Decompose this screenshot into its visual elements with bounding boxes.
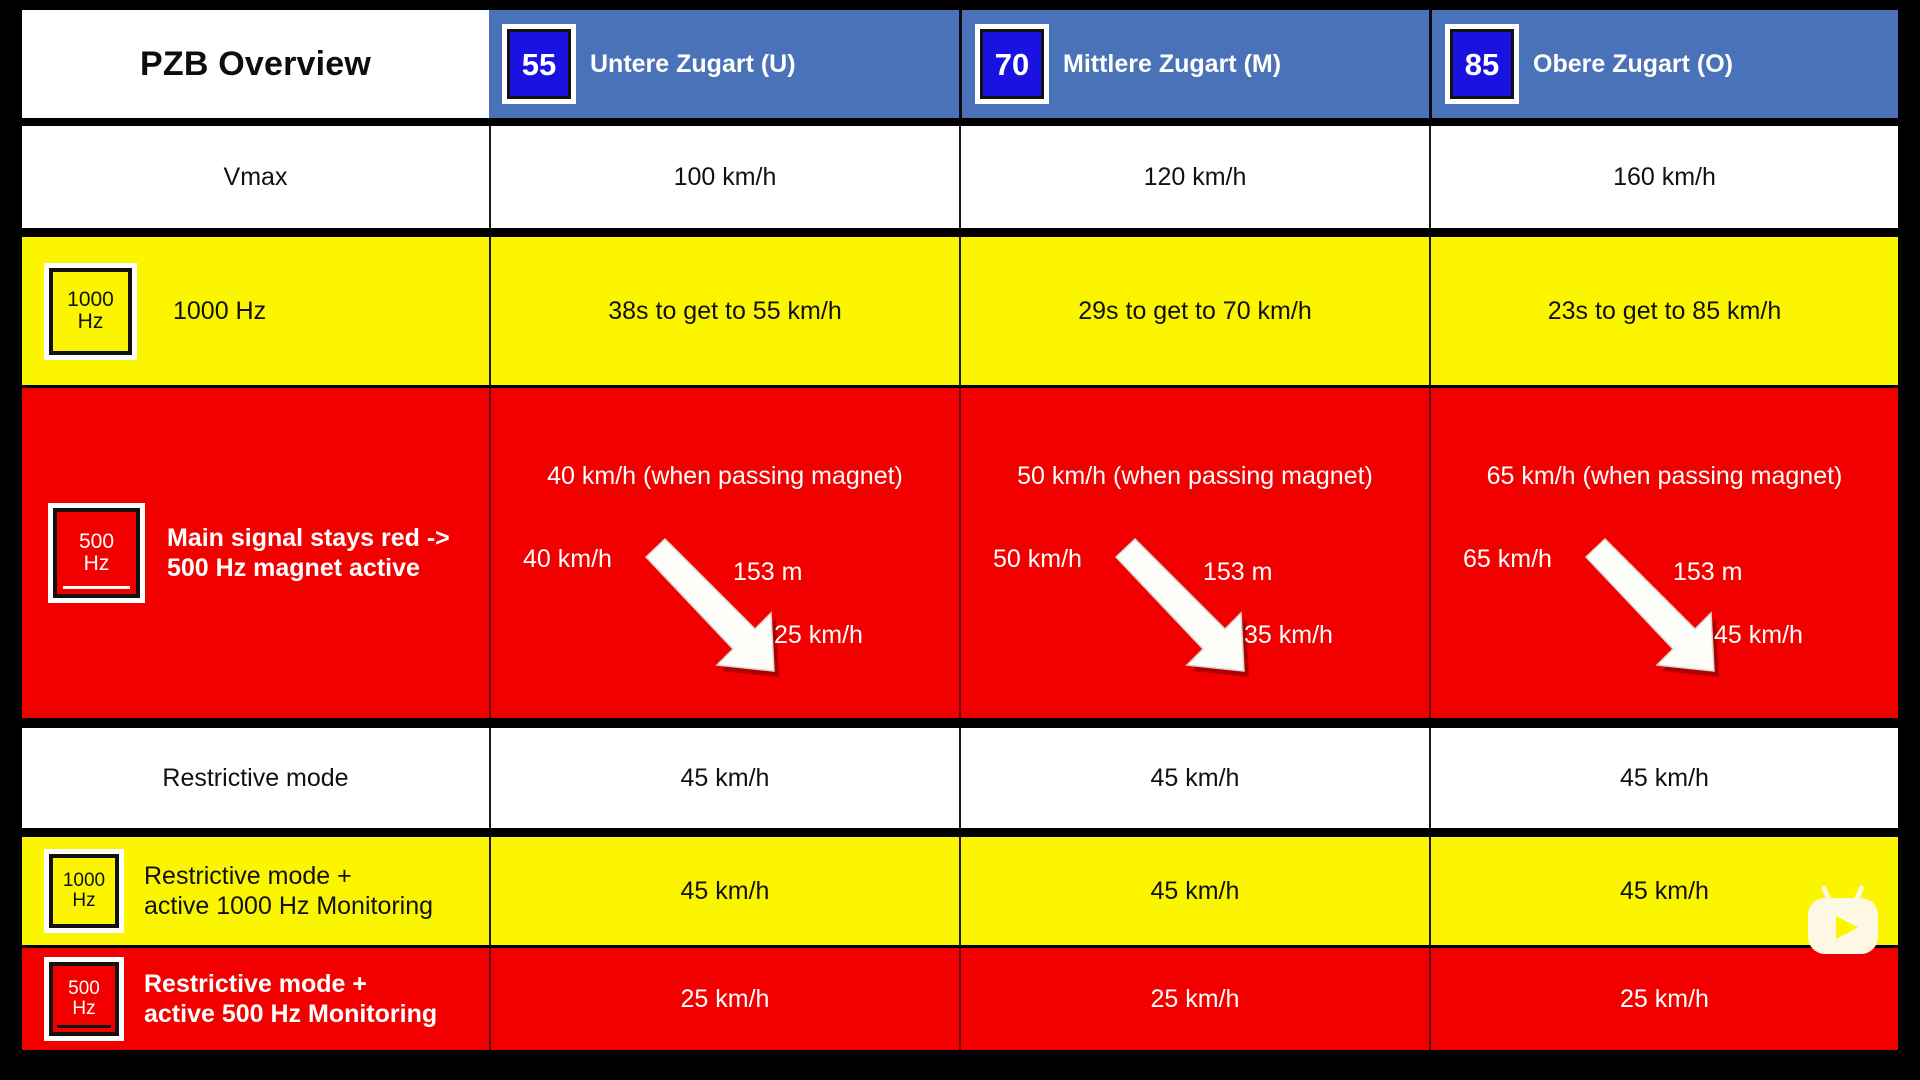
cell-restrictive-1000hz-untere: 45 km/h bbox=[489, 837, 959, 945]
speed-indicator-55-value: 55 bbox=[507, 29, 571, 99]
speed-indicator-70-icon: 70 bbox=[975, 24, 1049, 104]
brake-curve-diagram-mittlere: 50 km/h (when passing magnet) 50 km/h 15… bbox=[961, 388, 1429, 718]
magnet-1000hz-number: 1000 bbox=[67, 287, 114, 311]
page-title: PZB Overview bbox=[22, 10, 489, 118]
column-header-obere: 85 Obere Zugart (O) bbox=[1429, 10, 1898, 118]
brake-curve-diagram-obere: 65 km/h (when passing magnet) 65 km/h 15… bbox=[1431, 388, 1898, 718]
cell-1000hz-obere: 23s to get to 85 km/h bbox=[1429, 237, 1898, 385]
end-speed-obere: 45 km/h bbox=[1714, 621, 1803, 649]
cell-restrictive-untere: 45 km/h bbox=[489, 728, 959, 828]
cell-restrictive-500hz-mittlere: 25 km/h bbox=[959, 948, 1429, 1050]
end-speed-mittlere: 35 km/h bbox=[1244, 621, 1333, 649]
table-row-500hz: 500 Hz Main signal stays red -> 500 Hz m… bbox=[22, 388, 1898, 718]
end-speed-untere: 25 km/h bbox=[774, 621, 863, 649]
row-label-500hz: 500 Hz Main signal stays red -> 500 Hz m… bbox=[22, 388, 489, 718]
passing-speed-mittlere: 50 km/h (when passing magnet) bbox=[1017, 462, 1373, 490]
cell-restrictive-mittlere: 45 km/h bbox=[959, 728, 1429, 828]
magnet-500hz-number: 500 bbox=[78, 529, 115, 553]
passing-speed-obere: 65 km/h (when passing magnet) bbox=[1486, 462, 1843, 490]
column-header-mittlere: 70 Mittlere Zugart (M) bbox=[959, 10, 1429, 118]
start-speed-mittlere: 50 km/h bbox=[993, 545, 1082, 573]
row-label-text-1000hz: 1000 Hz bbox=[173, 296, 267, 325]
cell-restrictive-1000hz-mittlere: 45 km/h bbox=[959, 837, 1429, 945]
cell-1000hz-mittlere: 29s to get to 70 km/h bbox=[959, 237, 1429, 385]
cell-vmax-mittlere: 120 km/h bbox=[959, 126, 1429, 228]
magnet-500hz-small-unit: Hz bbox=[72, 998, 96, 1019]
row-label-text-500hz: Main signal stays red -> 500 Hz magnet a… bbox=[167, 523, 450, 583]
row-label-restrictive-500hz: 500 Hz Restrictive mode + active 500 Hz … bbox=[22, 948, 489, 1050]
row-label-vmax: Vmax bbox=[22, 126, 489, 228]
cell-restrictive-500hz-obere: 25 km/h bbox=[1429, 948, 1898, 1050]
magnet-1000hz-icon: 1000 Hz bbox=[44, 262, 137, 360]
magnet-500hz-icon-body: 500 Hz bbox=[53, 508, 140, 598]
cell-500hz-obere: 65 km/h (when passing magnet) 65 km/h 15… bbox=[1429, 388, 1898, 718]
magnet-1000hz-small-number: 1000 bbox=[62, 869, 106, 891]
column-header-label-untere: Untere Zugart (U) bbox=[590, 49, 796, 78]
column-header-label-obere: Obere Zugart (O) bbox=[1533, 49, 1734, 78]
cell-restrictive-1000hz-obere: 45 km/h bbox=[1429, 837, 1898, 945]
column-header-label-mittlere: Mittlere Zugart (M) bbox=[1063, 49, 1282, 78]
start-speed-obere: 65 km/h bbox=[1463, 545, 1552, 573]
cell-500hz-untere: 40 km/h (when passing magnet) 40 km/h 15… bbox=[489, 388, 959, 718]
cell-vmax-untere: 100 km/h bbox=[489, 126, 959, 228]
row-label-text-restrictive-1000hz: Restrictive mode + active 1000 Hz Monito… bbox=[144, 861, 434, 921]
speed-indicator-55-icon: 55 bbox=[502, 24, 576, 104]
table-row-restrictive: Restrictive mode 45 km/h 45 km/h 45 km/h bbox=[22, 728, 1898, 828]
passing-speed-untere: 40 km/h (when passing magnet) bbox=[547, 462, 903, 490]
table-row-restrictive-500hz: 500 Hz Restrictive mode + active 500 Hz … bbox=[22, 948, 1898, 1050]
speed-indicator-85-value: 85 bbox=[1450, 29, 1514, 99]
column-header-untere: 55 Untere Zugart (U) bbox=[489, 10, 959, 118]
magnet-500hz-small-icon-body: 500 Hz bbox=[49, 962, 119, 1036]
row-label-1000hz: 1000 Hz 1000 Hz bbox=[22, 237, 489, 385]
magnet-500hz-unit: Hz bbox=[83, 552, 110, 575]
cell-restrictive-500hz-untere: 25 km/h bbox=[489, 948, 959, 1050]
speed-indicator-70-value: 70 bbox=[980, 29, 1044, 99]
cell-restrictive-obere: 45 km/h bbox=[1429, 728, 1898, 828]
braking-distance-mittlere: 153 m bbox=[1203, 558, 1273, 586]
magnet-1000hz-unit: Hz bbox=[77, 310, 104, 333]
magnet-1000hz-icon-body: 1000 Hz bbox=[49, 267, 132, 355]
magnet-1000hz-small-icon-body: 1000 Hz bbox=[49, 854, 119, 928]
brake-curve-diagram-untere: 40 km/h (when passing magnet) 40 km/h 15… bbox=[491, 388, 959, 718]
row-label-text-restrictive-500hz: Restrictive mode + active 500 Hz Monitor… bbox=[144, 969, 438, 1029]
table-row-restrictive-1000hz: 1000 Hz Restrictive mode + active 1000 H… bbox=[22, 837, 1898, 945]
cell-1000hz-untere: 38s to get to 55 km/h bbox=[489, 237, 959, 385]
pzb-overview-table: PZB Overview 55 Untere Zugart (U) 70 Mit… bbox=[22, 10, 1898, 1070]
slide-canvas: PZB Overview 55 Untere Zugart (U) 70 Mit… bbox=[0, 0, 1920, 1080]
braking-distance-untere: 153 m bbox=[733, 558, 803, 586]
speed-indicator-85-icon: 85 bbox=[1445, 24, 1519, 104]
magnet-500hz-small-icon: 500 Hz bbox=[44, 957, 124, 1041]
magnet-500hz-icon: 500 Hz bbox=[48, 503, 145, 603]
magnet-500hz-small-number: 500 bbox=[68, 977, 100, 999]
table-row-1000hz: 1000 Hz 1000 Hz 38s to get to 55 km/h 29… bbox=[22, 237, 1898, 385]
magnet-1000hz-small-unit: Hz bbox=[72, 890, 96, 911]
cell-vmax-obere: 160 km/h bbox=[1429, 126, 1898, 228]
table-row-vmax: Vmax 100 km/h 120 km/h 160 km/h bbox=[22, 126, 1898, 228]
row-label-restrictive: Restrictive mode bbox=[22, 728, 489, 828]
table-header-row: PZB Overview 55 Untere Zugart (U) 70 Mit… bbox=[22, 10, 1898, 118]
magnet-1000hz-small-icon: 1000 Hz bbox=[44, 849, 124, 933]
cell-500hz-mittlere: 50 km/h (when passing magnet) 50 km/h 15… bbox=[959, 388, 1429, 718]
row-label-restrictive-1000hz: 1000 Hz Restrictive mode + active 1000 H… bbox=[22, 837, 489, 945]
braking-distance-obere: 153 m bbox=[1673, 558, 1743, 586]
start-speed-untere: 40 km/h bbox=[523, 545, 612, 573]
